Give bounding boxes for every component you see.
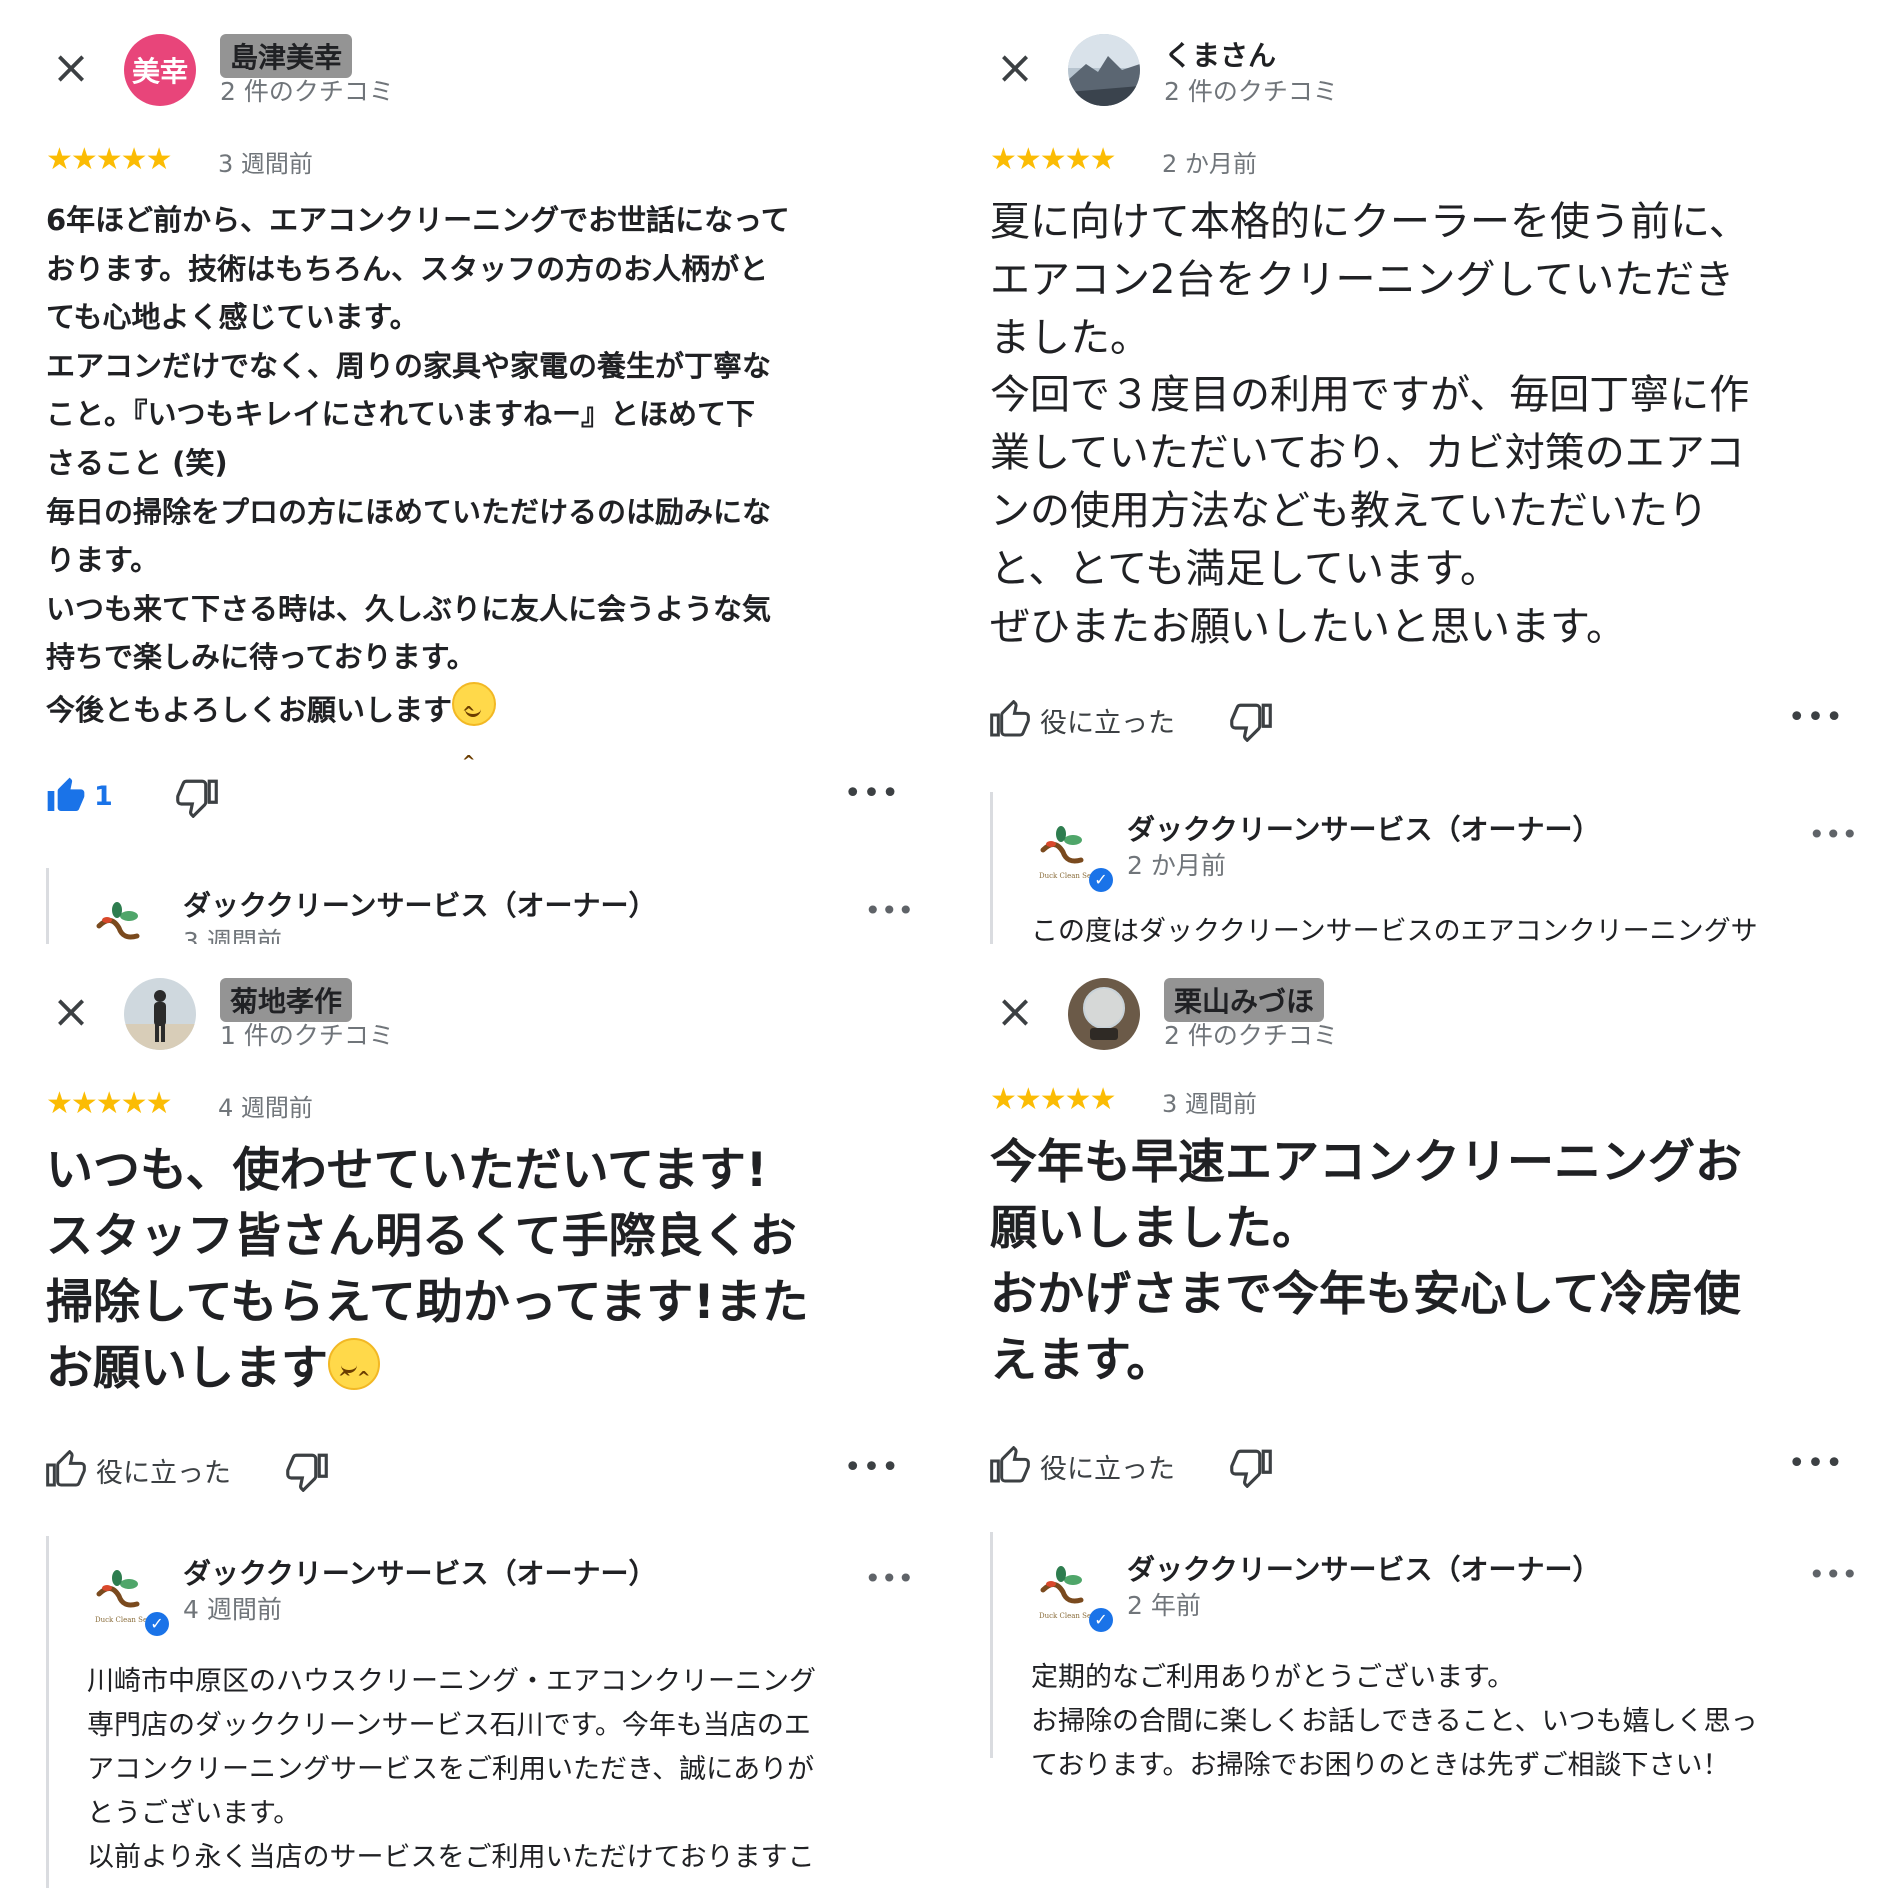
reply-text: 川崎市中原区のハウスクリーニング・エアコンクリーニング 専門店のダッククリーンサ… (87, 1666, 816, 1873)
thumbs-up-icon (990, 1446, 1030, 1483)
review-card: × くまさん 2 件のクチコミ ★★★★★ 2 か月前 夏に向けて本格的にクーラ… (944, 0, 1888, 944)
owner-name: ダッククリーンサービス（オーナー） (1127, 813, 1601, 846)
owner-reply: Duck Clean Serv ✓ ダッククリーンサービス（オーナー） 2 か月… (990, 792, 1868, 944)
more-options-icon[interactable]: ••• (844, 776, 900, 811)
review-count: 2 件のクチコミ (1164, 1021, 1338, 1050)
close-icon[interactable]: × (990, 42, 1040, 92)
helpful-button[interactable]: 役に立った (990, 1446, 1175, 1486)
business-logo-icon: Duck Clean Serv (89, 1564, 154, 1626)
smiling-face-emoji-icon (452, 681, 497, 786)
close-icon[interactable]: × (990, 986, 1040, 1036)
review-actions: 役に立った ••• (990, 700, 1848, 750)
review-actions: 役に立った ••• (46, 1450, 904, 1500)
owner-name: ダッククリーンサービス（オーナー） (1127, 1553, 1601, 1586)
review-count: 2 件のクチコミ (220, 77, 394, 106)
review-text-content: 6年ほど前から、エアコンクリーニングでお世話になって おります。技術はもちろん、… (46, 203, 790, 727)
helpful-button[interactable]: 1 (46, 776, 113, 816)
more-options-icon[interactable]: ••• (844, 1450, 900, 1485)
business-logo-icon: Duck Clean Serv (89, 896, 151, 944)
reply-more-options-icon[interactable]: ••• (864, 894, 914, 927)
verified-badge-icon: ✓ (145, 1612, 169, 1636)
star-rating-icon: ★★★★★ (46, 142, 172, 177)
not-helpful-button[interactable] (286, 1450, 328, 1496)
not-helpful-button[interactable] (1230, 700, 1272, 746)
reply-text: この度はダッククリーンサービスのエアコンクリーニングサ (1031, 916, 1758, 944)
review-time: 3 週間前 (1162, 1090, 1257, 1118)
more-options-icon[interactable]: ••• (1788, 1446, 1844, 1481)
owner-name: ダッククリーンサービス（オーナー） (183, 1557, 657, 1590)
star-rating-icon: ★★★★★ (990, 142, 1116, 177)
review-count: 1 件のクチコミ (220, 1021, 394, 1050)
helpful-button[interactable]: 役に立った (46, 1450, 231, 1490)
helpful-count: 1 (94, 780, 113, 812)
not-helpful-button[interactable] (1230, 1446, 1272, 1492)
helpful-label: 役に立った (1040, 1453, 1175, 1485)
helpful-button[interactable]: 役に立った (990, 700, 1175, 740)
review-time: 3 週間前 (218, 150, 313, 178)
reply-more-options-icon[interactable]: ••• (864, 1562, 914, 1595)
avatar[interactable] (124, 978, 196, 1050)
business-logo-icon: Duck Clean Serv (1033, 1560, 1098, 1622)
verified-badge-icon: ✓ (1089, 868, 1113, 892)
review-card: × 栗山みづほ 2 件のクチコミ ★★★★★ 3 週間前 今年も早速エアコンクリ… (944, 944, 1888, 1888)
reply-more-options-icon[interactable]: ••• (1808, 1558, 1858, 1591)
star-rating-icon: ★★★★★ (46, 1086, 172, 1121)
review-text: 今年も早速エアコンクリーニングお 願いしました。 おかげさまで今年も安心して冷房… (990, 1135, 1742, 1388)
avatar[interactable]: 美幸 (124, 34, 196, 106)
review-text: 6年ほど前から、エアコンクリーニングでお世話になって おります。技術はもちろん、… (46, 196, 904, 786)
thumbs-up-icon (990, 700, 1030, 737)
review-card: × 美幸 島津美幸 2 件のクチコミ ★★★★★ 3 週間前 6年ほど前から、エ… (0, 0, 944, 944)
star-rating-icon: ★★★★★ (990, 1082, 1116, 1117)
owner-name: ダッククリーンサービス（オーナー） (183, 889, 657, 922)
review-count: 2 件のクチコミ (1164, 77, 1338, 106)
owner-reply: Duck Clean Serv ✓ ダッククリーンサービス（オーナー） 3 週間… (46, 868, 924, 944)
review-actions: 役に立った ••• (990, 1446, 1848, 1496)
review-time: 2 か月前 (1162, 150, 1257, 178)
owner-reply: Duck Clean Serv ✓ ダッククリーンサービス（オーナー） 2 年前… (990, 1532, 1868, 1781)
review-time: 4 週間前 (218, 1094, 313, 1122)
helpful-label: 役に立った (96, 1457, 231, 1489)
reviewer-name[interactable]: くまさん (1164, 34, 1276, 74)
business-logo-icon: Duck Clean Serv (1033, 820, 1098, 882)
review-text: 夏に向けて本格的にクーラーを使う前に、 エアコン2台をクリーニングしていただき … (990, 199, 1750, 650)
review-text-content: いつも、使わせていただいてます! スタッフ皆さん明るくて手際良くお 掃除してもら… (46, 1143, 809, 1396)
reply-text: 定期的なご利用ありがとうございます。 お掃除の合間に楽しくお話しできること、いつ… (1031, 1662, 1758, 1781)
avatar[interactable] (1068, 34, 1140, 106)
close-icon[interactable]: × (46, 42, 96, 92)
reply-time: 4 週間前 (183, 1595, 282, 1624)
more-options-icon[interactable]: ••• (1788, 700, 1844, 735)
review-card: × 菊地孝作 1 件のクチコミ ★★★★★ 4 週間前 いつも、使わせていただい… (0, 944, 944, 1888)
reply-time: 2 年前 (1127, 1591, 1201, 1620)
thumbs-up-icon (46, 1450, 86, 1487)
thumbs-down-icon (1230, 703, 1272, 743)
thumbs-down-icon (176, 779, 218, 819)
svg-text:Duck Clean Serv: Duck Clean Serv (95, 1616, 151, 1624)
thumbs-down-icon (1230, 1449, 1272, 1489)
reply-time: 2 か月前 (1127, 851, 1226, 880)
smiling-face-emoji-icon (328, 1338, 380, 1411)
not-helpful-button[interactable] (176, 776, 218, 822)
thumbs-up-filled-icon (47, 777, 85, 811)
review-text: いつも、使わせていただいてます! スタッフ皆さん明るくて手際良くお 掃除してもら… (46, 1138, 904, 1411)
svg-text:Duck Clean Serv: Duck Clean Serv (1039, 872, 1095, 880)
thumbs-down-icon (286, 1453, 328, 1493)
helpful-label: 役に立った (1040, 707, 1175, 739)
reply-more-options-icon[interactable]: ••• (1808, 818, 1858, 851)
close-icon[interactable]: × (46, 986, 96, 1036)
avatar[interactable] (1068, 978, 1140, 1050)
svg-text:Duck Clean Serv: Duck Clean Serv (1039, 1612, 1095, 1620)
reply-time: 3 週間前 (183, 927, 282, 944)
verified-badge-icon: ✓ (1089, 1608, 1113, 1632)
review-actions: 1 ••• (46, 776, 904, 826)
owner-reply: Duck Clean Serv ✓ ダッククリーンサービス（オーナー） 4 週間… (46, 1536, 924, 1888)
